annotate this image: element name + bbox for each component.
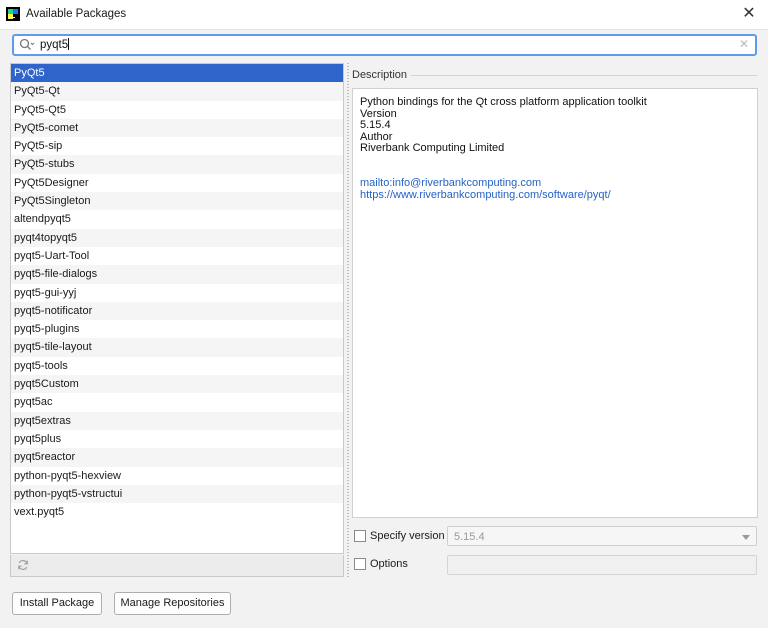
splitter-handle[interactable]	[347, 63, 349, 577]
package-list-item[interactable]: pyqt5-plugins	[11, 320, 343, 338]
options-label: Options	[370, 558, 408, 570]
package-list-item[interactable]: PyQt5Designer	[11, 174, 343, 192]
install-package-button[interactable]: Install Package	[12, 592, 102, 615]
package-list-item[interactable]: pyqt5-tools	[11, 357, 343, 375]
version-value: 5.15.4	[360, 119, 391, 132]
search-value[interactable]: pyqt5	[40, 38, 70, 51]
package-list[interactable]: PyQt5 PyQt5-Qt PyQt5-Qt5 PyQt5-comet PyQt5-s…	[10, 63, 344, 554]
package-list-item[interactable]: vext.pyqt5	[11, 503, 343, 521]
version-label: Version	[360, 107, 397, 120]
package-list-item[interactable]: PyQt5-comet	[11, 118, 343, 138]
package-list-item[interactable]: PyQt5Singleton	[11, 192, 343, 211]
package-list-item[interactable]: pyqt5plus	[11, 430, 343, 448]
package-list-item[interactable]: python-pyqt5-hexview	[11, 467, 343, 485]
description-panel: Python bindings for the Qt cross platfor…	[352, 88, 758, 518]
author-value: Riverbank Computing Limited	[360, 142, 505, 155]
package-list-item[interactable]: pyqt4topyqt5	[11, 228, 343, 247]
package-list-item[interactable]: pyqt5-Uart-Tool	[11, 247, 343, 265]
description-label: Description	[352, 69, 408, 81]
package-list-item[interactable]: PyQt5-Qt5	[11, 101, 343, 119]
package-list-item[interactable]: PyQt5-sip	[11, 137, 343, 155]
version-select[interactable]: 5.15.4	[447, 526, 757, 546]
package-list-item[interactable]: PyQt5	[11, 64, 343, 83]
package-list-item[interactable]: python-pyqt5-vstructui	[11, 484, 343, 504]
pycharm-icon	[6, 7, 20, 21]
package-list-item[interactable]: pyqt5-tile-layout	[11, 338, 343, 357]
window-title: Available Packages	[26, 8, 127, 20]
search-icon[interactable]	[19, 38, 35, 52]
version-select-value: 5.15.4	[454, 531, 485, 543]
refresh-icon[interactable]	[17, 559, 29, 571]
clear-icon[interactable]: ✕	[739, 37, 749, 51]
package-list-item[interactable]: altendpyqt5	[11, 210, 343, 228]
list-footer	[10, 555, 344, 577]
description-summary: Python bindings for the Qt cross platfor…	[360, 96, 647, 108]
specify-version-checkbox[interactable]	[354, 530, 366, 542]
email-link[interactable]: mailto:info@riverbankcomputing.com	[360, 177, 750, 190]
manage-repositories-button[interactable]: Manage Repositories	[114, 592, 231, 615]
package-list-item[interactable]: pyqt5Custom	[11, 375, 343, 394]
close-icon[interactable]: ✕	[740, 5, 758, 23]
package-list-item[interactable]: pyqt5-notificator	[11, 301, 343, 321]
package-list-item[interactable]: pyqt5extras	[11, 411, 343, 430]
description-divider	[410, 75, 758, 76]
package-list-item[interactable]: pyqt5-file-dialogs	[11, 265, 343, 284]
package-list-item[interactable]: pyqt5reactor	[11, 448, 343, 467]
package-list-item[interactable]: pyqt5-gui-yyj	[11, 284, 343, 302]
specify-version-label: Specify version	[370, 530, 445, 542]
chevron-down-icon[interactable]	[742, 535, 750, 540]
package-list-item[interactable]: pyqt5ac	[11, 393, 343, 411]
options-input[interactable]	[447, 555, 757, 575]
package-list-item[interactable]: PyQt5-Qt	[11, 82, 343, 101]
title-bar: Available Packages ✕	[0, 0, 768, 30]
options-checkbox[interactable]	[354, 558, 366, 570]
search-input[interactable]: pyqt5 ✕	[12, 34, 757, 56]
package-list-item[interactable]: PyQt5-stubs	[11, 155, 343, 174]
homepage-link[interactable]: https://www.riverbankcomputing.com/softw…	[360, 189, 750, 202]
